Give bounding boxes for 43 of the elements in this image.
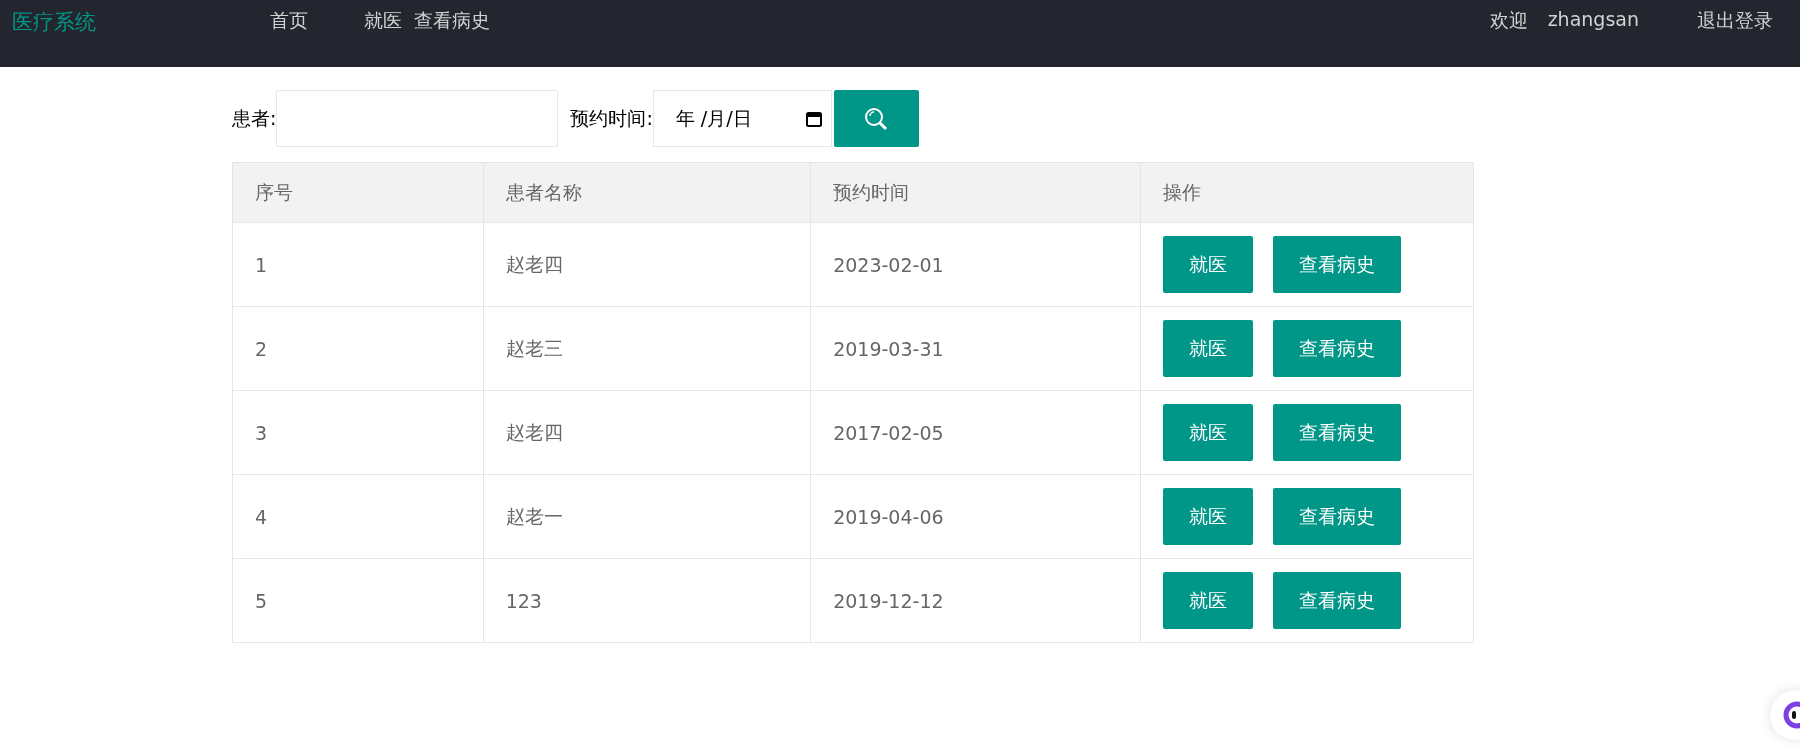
table-cell: 2019-12-12 xyxy=(810,558,1141,643)
welcome-text: 欢迎 xyxy=(1489,8,1528,33)
table-cell: 3 xyxy=(232,390,484,475)
table-cell: 2019-04-06 xyxy=(810,474,1141,559)
table-cell: 5 xyxy=(232,558,484,643)
table-cell: 2017-02-05 xyxy=(810,390,1141,475)
action-button[interactable]: 查看病史 xyxy=(1273,404,1402,461)
action-button[interactable]: 查看病史 xyxy=(1273,320,1402,377)
action-button[interactable]: 就医 xyxy=(1163,488,1254,545)
table-cell: 123 xyxy=(483,558,811,643)
date-input[interactable]: 年 /月/日 xyxy=(652,90,832,147)
action-button[interactable]: 就医 xyxy=(1163,404,1254,461)
table-cell: 1 xyxy=(232,222,484,307)
table-cell: 2 xyxy=(232,306,484,391)
table-cell: 赵老三 xyxy=(483,306,811,391)
patient-input[interactable] xyxy=(276,90,559,147)
calendar-icon xyxy=(804,109,823,128)
action-button[interactable]: 就医 xyxy=(1163,236,1254,293)
action-button[interactable]: 查看病史 xyxy=(1273,236,1402,293)
table-cell: 赵老四 xyxy=(483,390,811,475)
column-header: 序号 xyxy=(232,162,484,223)
nav-link[interactable]: 查看病史 xyxy=(414,8,490,34)
action-button[interactable]: 就医 xyxy=(1163,320,1254,377)
table-cell: 4 xyxy=(232,474,484,559)
action-button[interactable]: 查看病史 xyxy=(1273,488,1402,545)
table-cell: 2023-02-01 xyxy=(810,222,1141,307)
table-cell: 赵老一 xyxy=(483,474,811,559)
nav-link[interactable]: 首页 xyxy=(270,8,308,34)
table-cell: 赵老四 xyxy=(483,222,811,307)
date-label: 预约时间: xyxy=(570,105,653,131)
column-header: 操作 xyxy=(1140,162,1474,223)
action-button[interactable]: 就医 xyxy=(1163,572,1254,629)
table-cell: 2019-03-31 xyxy=(810,306,1141,391)
action-button[interactable]: 查看病史 xyxy=(1273,572,1402,629)
search-button[interactable] xyxy=(833,90,919,147)
column-header: 预约时间 xyxy=(810,162,1141,223)
nav-link[interactable]: 就医 xyxy=(364,8,402,34)
username: zhangsan xyxy=(1547,8,1639,30)
search-icon xyxy=(863,105,890,132)
app-logo[interactable]: 医疗系统 xyxy=(12,8,270,36)
logout-link[interactable]: 退出登录 xyxy=(1697,8,1773,34)
patient-label: 患者: xyxy=(232,105,277,131)
column-header: 患者名称 xyxy=(483,162,811,223)
